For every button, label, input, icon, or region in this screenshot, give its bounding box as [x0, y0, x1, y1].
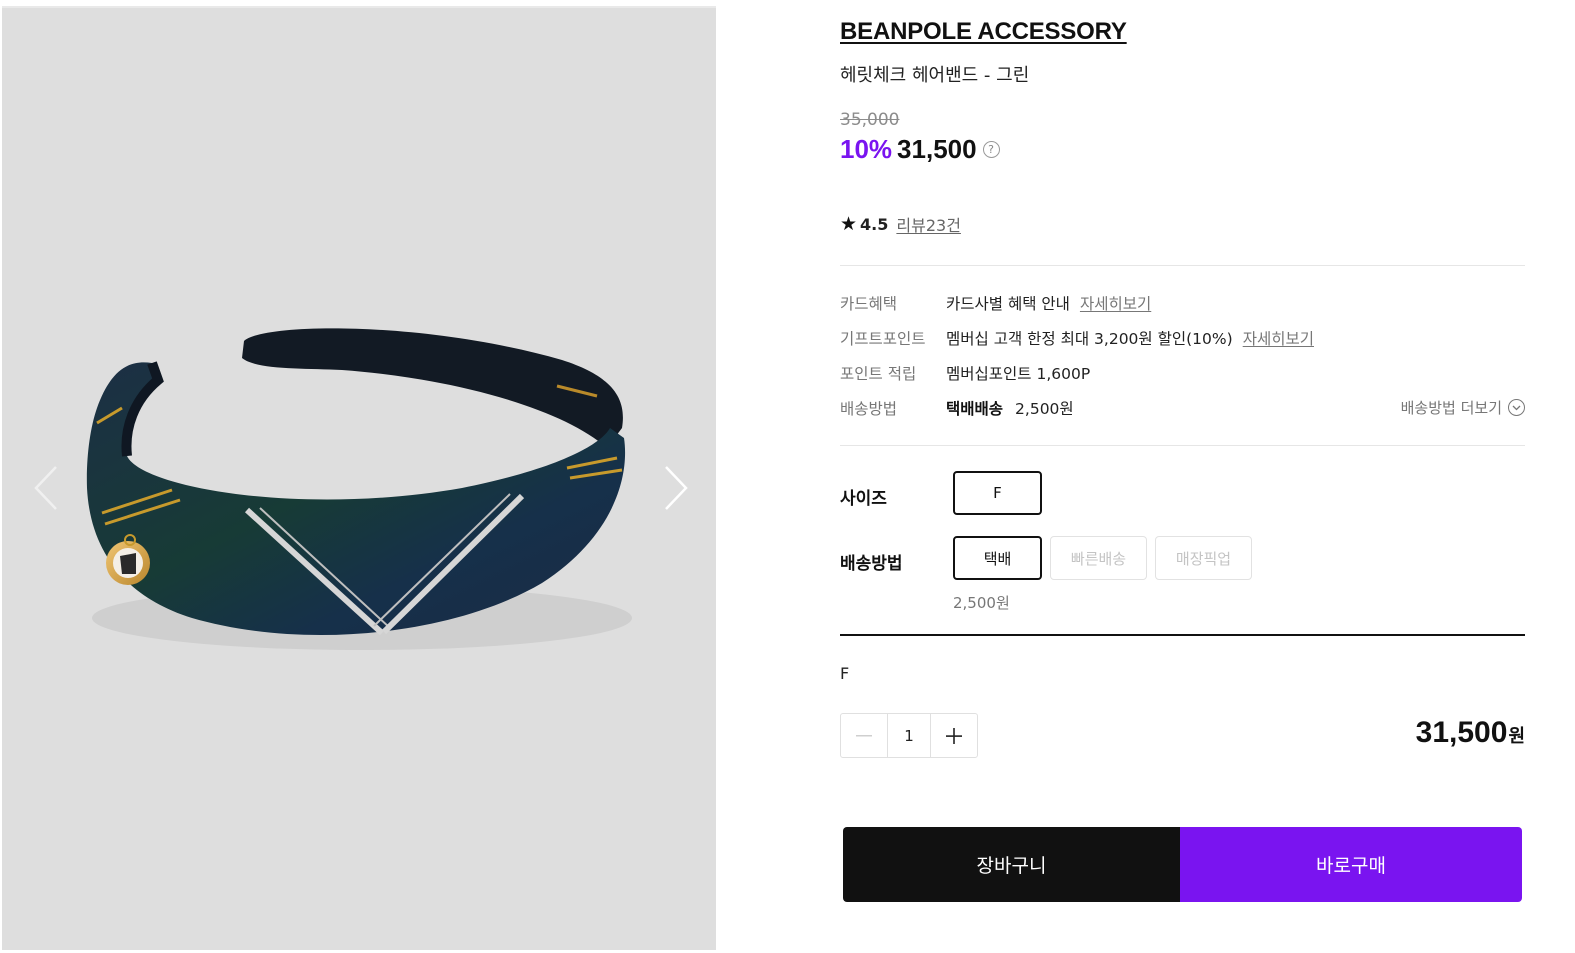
gallery-next-button[interactable] — [656, 458, 696, 518]
product-gallery — [2, 6, 716, 950]
total-currency: 원 — [1508, 726, 1525, 747]
delivery-label: 배송방법 — [840, 554, 903, 574]
sale-price: 31,500 — [897, 134, 977, 164]
discount-rate: 10% — [840, 134, 893, 164]
shipping-type: 택배배송 — [946, 400, 1004, 418]
benefit-gift-point: 기프트포인트 멤버십 고객 한정 최대 3,200원 할인(10%) 자세히보기 — [840, 327, 1525, 349]
original-price: 35,000 — [840, 110, 900, 130]
benefit-card: 카드혜택 카드사별 혜택 안내 자세히보기 — [840, 292, 1525, 314]
brand-link[interactable]: BEANPOLE ACCESSORY — [840, 18, 1127, 46]
question-icon[interactable]: ? — [982, 141, 1000, 158]
minus-icon — [855, 734, 872, 736]
delivery-option-fast[interactable]: 빠른배송 — [1050, 536, 1147, 580]
product-name: 헤릿체크 헤어밴드 - 그린 — [840, 65, 1030, 86]
rating-score: 4.5 — [860, 214, 889, 234]
star-icon: ★ — [840, 213, 858, 235]
total-price: 31,500 원 — [1416, 716, 1525, 750]
gallery-prev-button[interactable] — [26, 458, 66, 518]
benefit-label: 포인트 적립 — [840, 365, 917, 383]
reviews-link[interactable]: 리뷰23건 — [896, 212, 961, 236]
rating-summary: ★ 4.5 리뷰23건 — [840, 212, 961, 236]
shipping-more-button[interactable]: 배송방법 더보기 — [1401, 397, 1525, 418]
quantity-value[interactable]: 1 — [886, 714, 932, 757]
selected-option-name: F — [840, 664, 850, 683]
buy-now-button[interactable]: 바로구매 — [1180, 827, 1522, 902]
divider — [840, 634, 1525, 636]
shipping-more-label: 배송방법 더보기 — [1400, 399, 1502, 417]
chevron-right-icon — [665, 466, 688, 510]
divider — [840, 445, 1525, 446]
quantity-decrease-button[interactable] — [841, 714, 887, 757]
size-option-f[interactable]: F — [953, 471, 1042, 515]
divider — [840, 265, 1525, 266]
total-amount: 31,500 — [1415, 716, 1508, 749]
delivery-option-store-pickup[interactable]: 매장픽업 — [1155, 536, 1252, 580]
chevron-down-icon — [1508, 399, 1525, 416]
benefit-shipping: 배송방법 택배배송 2,500원 배송방법 더보기 — [840, 397, 1525, 419]
delivery-option-parcel[interactable]: 택배 — [953, 536, 1042, 580]
benefit-value: 카드사별 혜택 안내 — [946, 295, 1070, 313]
benefit-label: 배송방법 — [840, 400, 898, 418]
quantity-stepper: 1 — [840, 713, 978, 758]
product-image — [86, 328, 632, 650]
delivery-fee: 2,500원 — [953, 594, 1010, 612]
benefit-label: 기프트포인트 — [840, 330, 926, 348]
add-to-cart-button[interactable]: 장바구니 — [843, 827, 1180, 902]
shipping-fee: 2,500원 — [1015, 400, 1074, 418]
size-label: 사이즈 — [840, 489, 887, 509]
card-benefit-details-link[interactable]: 자세히보기 — [1080, 292, 1151, 314]
benefit-point: 포인트 적립 멤버십포인트 1,600P — [840, 362, 1525, 384]
chevron-left-icon — [34, 466, 57, 510]
benefit-value: 멤버십 고객 한정 최대 3,200원 할인(10%) — [946, 330, 1233, 348]
benefit-value: 멤버십포인트 1,600P — [946, 365, 1091, 383]
benefit-label: 카드혜택 — [840, 295, 898, 313]
product-info: BEANPOLE ACCESSORY 헤릿체크 헤어밴드 - 그린 35,000… — [840, 0, 1525, 953]
quantity-increase-button[interactable] — [931, 714, 977, 757]
gift-point-details-link[interactable]: 자세히보기 — [1243, 327, 1314, 349]
price-row: 10% 31,500 ? — [840, 134, 1000, 165]
plus-icon — [946, 727, 963, 744]
